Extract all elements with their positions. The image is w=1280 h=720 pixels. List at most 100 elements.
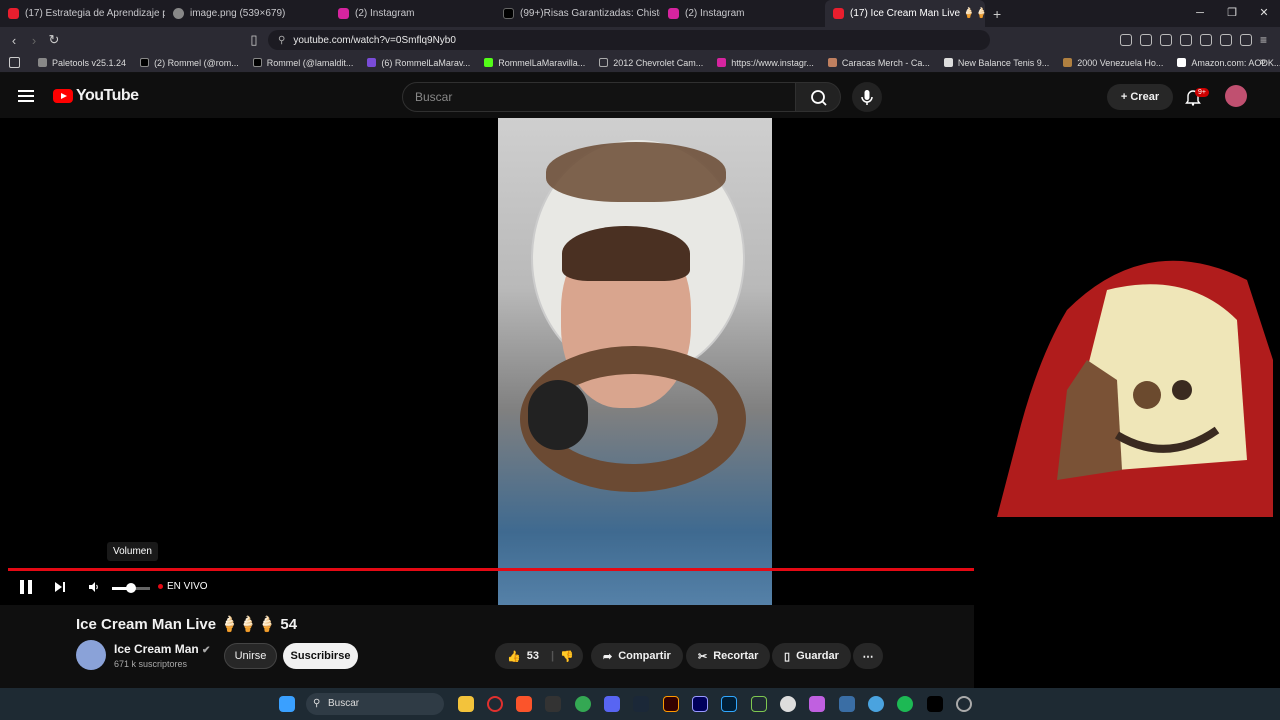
brave-icon[interactable] — [516, 696, 532, 712]
reload-icon[interactable]: ↻ — [44, 32, 64, 48]
bookmark-item[interactable]: Rommel (@lamaldit... — [252, 58, 353, 68]
bookmark-item[interactable]: Caracas Merch - Ca... — [827, 58, 930, 68]
bookmark-item[interactable]: 2000 Venezuela Ho... — [1063, 58, 1163, 68]
file-explorer-icon[interactable] — [458, 696, 474, 712]
leo-icon[interactable] — [1220, 34, 1232, 46]
capcut-icon[interactable] — [927, 696, 943, 712]
youtube-logo[interactable]: YouTube — [53, 87, 139, 105]
volume-icon[interactable] — [88, 581, 100, 593]
like-button[interactable]: 👍 53 | 👎 — [495, 643, 583, 669]
subscribe-button[interactable]: Suscribirse — [283, 643, 358, 669]
search-input[interactable]: Buscar — [402, 82, 796, 112]
wallet-icon[interactable] — [1200, 34, 1212, 46]
bookmark-item[interactable]: (2) Rommel (@rom... — [140, 58, 239, 68]
divider: | — [550, 650, 555, 662]
opera-icon[interactable] — [487, 696, 503, 712]
channel-name[interactable]: Ice Cream Man ✔ — [114, 642, 210, 656]
close-window-icon[interactable]: ✕ — [1248, 0, 1280, 27]
bookmark-item[interactable]: 2012 Chevrolet Cam... — [599, 58, 703, 68]
premiere-icon[interactable] — [692, 696, 708, 712]
app-icon[interactable] — [868, 696, 884, 712]
bookmark-icon[interactable]: ▯ — [244, 32, 264, 48]
volume-slider[interactable] — [112, 583, 150, 593]
pixel-art-face-image — [997, 240, 1273, 517]
extension-icon[interactable] — [1140, 34, 1152, 46]
copilot-icon[interactable] — [809, 696, 825, 712]
taskbar-search[interactable]: ⚲ Buscar — [306, 693, 444, 715]
channel-avatar[interactable] — [76, 640, 106, 670]
app-icon[interactable] — [545, 696, 561, 712]
chatgpt-icon[interactable] — [780, 696, 796, 712]
minimize-icon[interactable]: ─ — [1184, 0, 1216, 27]
scissors-icon: ✂ — [698, 650, 708, 663]
bookmark-item[interactable]: New Balance Tenis 9... — [943, 58, 1049, 68]
chrome-icon[interactable] — [575, 696, 591, 712]
search-button[interactable] — [795, 82, 841, 112]
browser-tab[interactable]: (2) Instagram — [660, 0, 825, 27]
volume-slider-handle[interactable] — [126, 583, 136, 593]
join-button[interactable]: Unirse — [224, 643, 277, 669]
discord-icon[interactable] — [604, 696, 620, 712]
microphone-icon — [861, 90, 873, 105]
youtube-play-logo-icon — [53, 89, 73, 103]
stain-decoration — [546, 142, 726, 202]
bookmark-item[interactable]: RommelLaMaravilla... — [484, 58, 585, 68]
youtube-favicon-icon — [8, 8, 19, 19]
hamburger-menu-icon[interactable] — [18, 90, 34, 102]
clip-button[interactable]: ✂ Recortar — [686, 643, 771, 669]
share-button[interactable]: ➦ Compartir — [591, 643, 683, 669]
app-icon[interactable] — [839, 696, 855, 712]
create-button[interactable]: + Crear — [1107, 84, 1173, 110]
bookmark-item[interactable]: (6) RommelLaMarav... — [367, 58, 470, 68]
video-player[interactable] — [0, 118, 974, 605]
x-favicon-icon — [140, 58, 150, 67]
verified-icon: ✔ — [202, 645, 211, 656]
tiktok-favicon-icon — [503, 8, 514, 19]
browser-tab[interactable]: image.png (539×679) — [165, 0, 330, 27]
bookmark-favicon-icon — [943, 58, 953, 67]
pause-icon[interactable] — [20, 580, 32, 594]
video-frame[interactable] — [498, 118, 772, 605]
address-toolbar: ‹ › ↻ ▯ ⚲ youtube.com/watch?v=0Smflq9Nyb0… — [0, 27, 1280, 53]
next-icon[interactable] — [54, 581, 66, 593]
bookmark-item[interactable]: https://www.instagr... — [717, 58, 814, 68]
user-avatar[interactable] — [1225, 85, 1247, 107]
thumbs-down-icon[interactable]: 👎 — [560, 650, 574, 663]
forward-icon[interactable]: › — [24, 33, 44, 48]
site-info-icon[interactable]: ⚲ — [278, 35, 285, 46]
voice-search-button[interactable] — [852, 82, 882, 112]
new-tab-button[interactable]: + — [993, 6, 1001, 22]
instagram-favicon-icon — [668, 8, 679, 19]
save-button[interactable]: ▯ Guardar — [772, 643, 851, 669]
browser-tab-active[interactable]: (17) Ice Cream Man Live 🍦🍦✕ — [825, 0, 985, 27]
steam-icon[interactable] — [633, 696, 649, 712]
more-actions-button[interactable]: ⋯ — [853, 643, 883, 669]
maximize-icon[interactable]: ❐ — [1216, 0, 1248, 27]
vpn-icon[interactable] — [1240, 34, 1252, 46]
back-icon[interactable]: ‹ — [4, 33, 24, 48]
menu-icon[interactable]: ≡ — [1260, 34, 1272, 46]
illustrator-icon[interactable] — [663, 696, 679, 712]
apps-grid-icon[interactable] — [9, 57, 20, 68]
microphone-image — [528, 380, 588, 450]
browser-tab[interactable]: (2) Instagram — [330, 0, 495, 27]
sidebar-icon[interactable] — [1180, 34, 1192, 46]
player-controls: EN VIVO — [0, 578, 974, 598]
bookmark-item[interactable]: Paletools v25.1.24 — [38, 58, 126, 68]
youtube-favicon-icon — [833, 8, 844, 19]
browser-tab-bar: (17) Estrategia de Aprendizaje para n im… — [0, 0, 1280, 27]
browser-tab[interactable]: (99+)Risas Garantizadas: Chistes y Hu — [495, 0, 660, 27]
spotify-icon[interactable] — [897, 696, 913, 712]
windows-start-icon[interactable] — [279, 696, 295, 712]
hair-decoration — [562, 226, 690, 281]
extension-icon[interactable] — [1120, 34, 1132, 46]
music-icon[interactable] — [1160, 34, 1172, 46]
photoshop-icon[interactable] — [721, 696, 737, 712]
app-icon[interactable] — [751, 696, 767, 712]
settings-icon[interactable] — [956, 696, 972, 712]
bookmarks-bar: Paletools v25.1.24 (2) Rommel (@rom... R… — [0, 53, 1280, 73]
browser-tab[interactable]: (17) Estrategia de Aprendizaje para n — [0, 0, 165, 27]
live-progress-bar[interactable] — [8, 568, 974, 571]
url-field[interactable]: ⚲ youtube.com/watch?v=0Smflq9Nyb0 — [268, 30, 990, 50]
more-bookmarks-icon[interactable]: » — [1260, 56, 1266, 68]
